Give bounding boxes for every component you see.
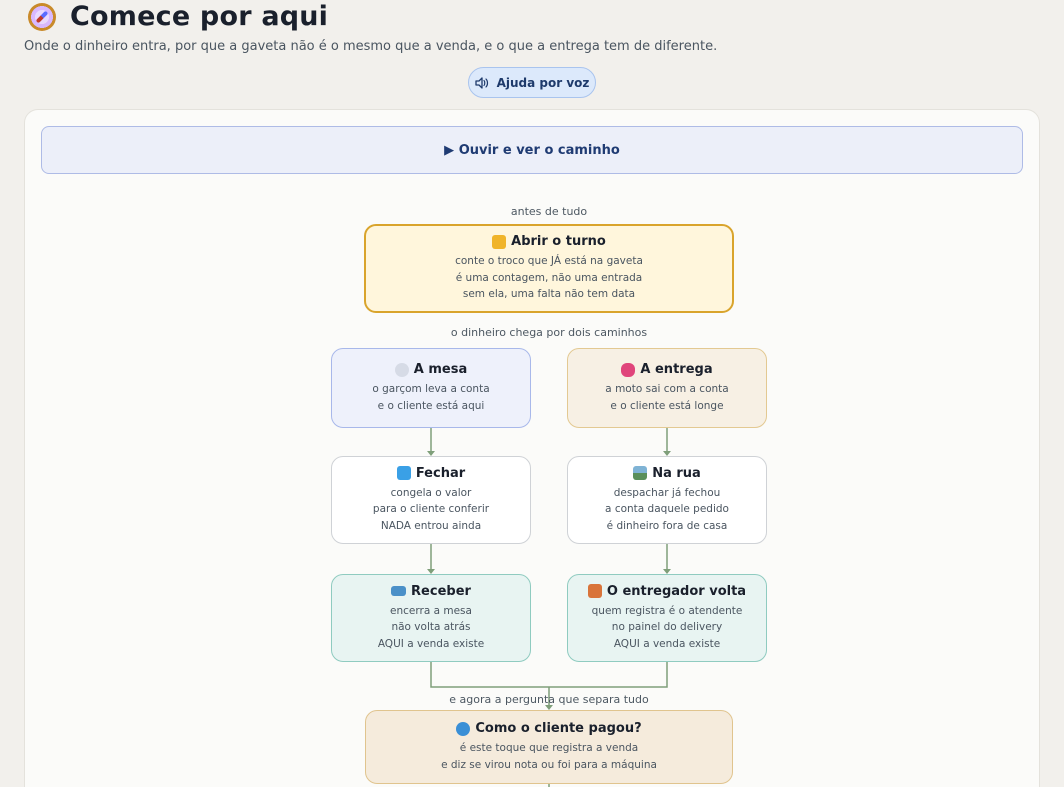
node-fechar[interactable]: Fechar congela o valor para o cliente co…	[331, 456, 531, 544]
node-line: a moto sai com a conta	[605, 383, 729, 395]
play-path-label: ▶ Ouvir e ver o caminho	[444, 142, 620, 158]
node-title: O entregador volta	[606, 583, 747, 599]
play-path-button[interactable]: ▶ Ouvir e ver o caminho	[41, 126, 1023, 174]
node-line: o garçom leva a conta	[372, 383, 490, 395]
road-icon	[633, 466, 648, 481]
node-line: conte o troco que JÁ está na gaveta	[455, 255, 643, 268]
node-line: no painel do delivery	[611, 621, 723, 634]
node-receber[interactable]: Receber encerra a mesa não volta atrás A…	[331, 574, 531, 662]
node-line: é este toque que registra a venda	[459, 742, 639, 754]
magnifier-icon	[456, 721, 471, 736]
node-line: despachar já fechou	[613, 486, 721, 499]
node-entregador-volta[interactable]: O entregador volta quem registra é o ate…	[567, 574, 767, 662]
unlock-icon	[492, 234, 507, 249]
node-como-pagou[interactable]: Como o cliente pagou? é este toque que r…	[365, 710, 733, 784]
node-line: não volta atrás	[391, 621, 471, 634]
node-line: AQUI a venda existe	[613, 637, 721, 650]
caption-before: antes de tudo	[510, 205, 588, 218]
node-line: é dinheiro fora de casa	[606, 519, 728, 532]
house-icon	[587, 584, 602, 599]
node-line: e o cliente está aqui	[377, 399, 485, 412]
speaker-icon	[474, 76, 488, 89]
node-line: sem ela, uma falta não tem data	[462, 288, 636, 301]
caption-paths: o dinheiro chega por dois caminhos	[450, 326, 648, 339]
page-subtitle: Onde o dinheiro entra, por que a gaveta …	[24, 39, 718, 54]
node-title: Abrir o turno	[511, 234, 606, 250]
scooter-icon	[621, 362, 636, 377]
node-title: A entrega	[640, 362, 713, 377]
node-mesa[interactable]: A mesa o garçom leva a conta e o cliente…	[331, 348, 531, 428]
voice-help-button[interactable]: Ajuda por voz	[468, 67, 596, 98]
compass-icon	[28, 2, 56, 31]
node-line: e diz se virou nota ou foi para a máquin…	[441, 758, 657, 771]
voice-help-label: Ajuda por voz	[496, 75, 590, 90]
node-title: Na rua	[652, 465, 701, 481]
node-line: AQUI a venda existe	[377, 637, 485, 650]
node-line: congela o valor	[390, 486, 472, 499]
node-line: a conta daquele pedido	[605, 503, 729, 516]
node-title: Fechar	[415, 465, 466, 481]
cube-icon	[396, 466, 411, 481]
node-abrir-turno[interactable]: Abrir o turno conte o troco que JÁ está …	[364, 224, 734, 313]
node-line: NADA entrou ainda	[380, 519, 482, 532]
title-row: Comece por aqui	[28, 1, 328, 32]
plate-icon	[394, 362, 409, 377]
page-title: Comece por aqui	[70, 1, 329, 32]
node-entrega[interactable]: A entrega a moto sai com a conta e o cli…	[567, 348, 767, 428]
node-line: é uma contagem, não uma entrada	[455, 271, 643, 284]
node-title: A mesa	[413, 362, 468, 377]
node-line: encerra a mesa	[390, 604, 472, 617]
node-na-rua[interactable]: Na rua despachar já fechou a conta daque…	[567, 456, 767, 544]
card-icon	[391, 586, 407, 597]
node-title: Como o cliente pagou?	[475, 721, 642, 736]
node-line: e o cliente está longe	[610, 399, 724, 412]
page-header: Comece por aqui Onde o dinheiro entra, p…	[0, 0, 1064, 110]
node-line: quem registra é o atendente	[591, 604, 743, 617]
node-line: para o cliente conferir	[372, 503, 490, 516]
node-title: Receber	[411, 583, 471, 599]
caption-question: e agora a pergunta que separa tudo	[449, 693, 649, 706]
